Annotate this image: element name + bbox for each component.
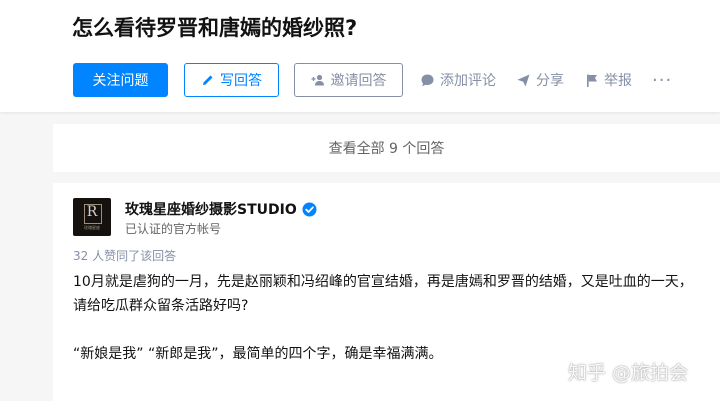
write-answer-button[interactable]: 写回答 [184, 63, 279, 97]
avatar-logo-subtext: 玫瑰星座 [84, 225, 100, 230]
author-name-row: 玫瑰星座婚纱摄影STUDIO [125, 199, 317, 219]
add-comment-label: 添加评论 [440, 73, 496, 89]
write-answer-label: 写回答 [220, 73, 262, 89]
zhihu-watermark: 知乎 @旅拍会 [568, 362, 689, 384]
follow-question-label: 关注问题 [92, 73, 149, 89]
more-icon: ··· [652, 69, 673, 91]
invite-answer-button[interactable]: 邀请回答 [294, 63, 403, 97]
answer-content: 10月就是虐狗的一月，先是赵丽颖和冯绍峰的官宣结婚，再是唐嫣和罗晋的结婚，又是吐… [73, 270, 703, 366]
report-button[interactable]: 举报 [585, 63, 632, 97]
more-menu-button[interactable]: ··· [652, 63, 672, 97]
follow-question-button[interactable]: 关注问题 [73, 63, 168, 97]
share-icon [517, 74, 530, 86]
share-button[interactable]: 分享 [516, 63, 564, 97]
avatar-logo-letter: R [86, 204, 98, 220]
report-label: 举报 [604, 73, 632, 89]
vote-count: 32 人赞同了该回答 [73, 249, 177, 263]
view-all-answers-label: 查看全部 9 个回答 [328, 141, 445, 157]
add-user-icon [311, 74, 324, 86]
flag-icon [587, 74, 597, 87]
author-name[interactable]: 玫瑰星座婚纱摄影STUDIO [125, 199, 297, 219]
author-avatar[interactable]: R 玫瑰星座 [73, 198, 111, 236]
question-title: 怎么看待罗晋和唐嫣的婚纱照? [72, 16, 358, 40]
invite-answer-label: 邀请回答 [330, 73, 387, 89]
view-all-answers-button[interactable]: 查看全部 9 个回答 [53, 124, 720, 172]
answer-paragraph: 10月就是虐狗的一月，先是赵丽颖和冯绍峰的官宣结婚，再是唐嫣和罗晋的结婚，又是吐… [73, 274, 693, 314]
verified-badge-icon [302, 202, 317, 216]
author-description: 已认证的官方帐号 [125, 222, 222, 236]
pencil-icon [203, 75, 213, 85]
share-label: 分享 [536, 73, 564, 89]
add-comment-button[interactable]: 添加评论 [420, 63, 496, 97]
comment-icon [421, 74, 434, 86]
question-header: 怎么看待罗晋和唐嫣的婚纱照? 关注问题 写回答 邀请回答 添加评论 分享 举报 … [0, 0, 720, 112]
